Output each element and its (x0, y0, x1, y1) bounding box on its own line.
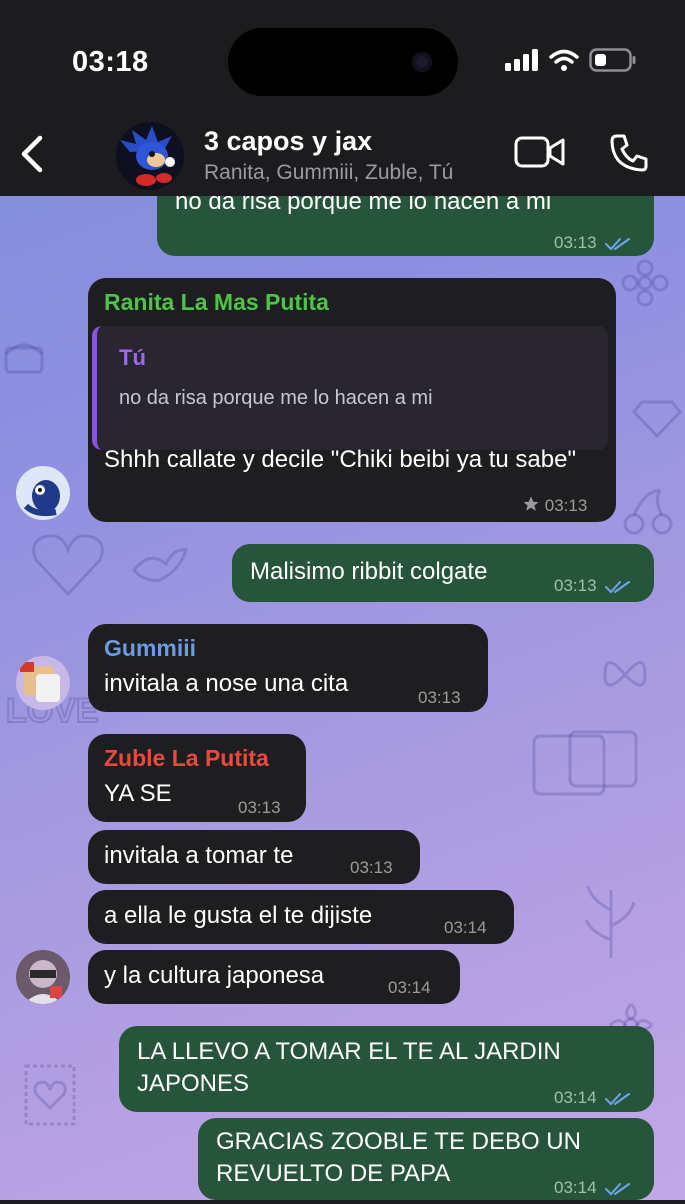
time-label: 03:13 (554, 576, 597, 595)
message-bubble-incoming[interactable]: Ranita La Mas Putita Tú no da risa porqu… (88, 278, 616, 522)
message-bubble-outgoing[interactable]: Malisimo ribbit colgate 03:13 (232, 544, 654, 602)
message-bubble-outgoing[interactable]: LA LLEVO A TOMAR EL TE AL JARDIN JAPONES… (119, 1026, 654, 1112)
diamond-doodle-icon (632, 400, 682, 438)
heart-doodle-icon (32, 534, 104, 597)
time-label: 03:14 (444, 918, 487, 937)
time-label: 03:14 (554, 1178, 597, 1197)
sender-name: Gummiii (104, 635, 197, 661)
message-bubble-incoming[interactable]: y la cultura japonesa 03:14 (88, 950, 460, 1004)
message-text: Malisimo ribbit colgate (250, 558, 488, 585)
message-text: a ella le gusta el te dijiste (104, 902, 373, 929)
sender-name: Zuble La Putita (104, 745, 269, 771)
message-time: 03:13 (350, 852, 393, 884)
flower-doodle-icon (621, 259, 669, 307)
zuble-avatar-icon (16, 950, 70, 1004)
phone-call-button[interactable] (608, 132, 650, 179)
message-time: 03:14 (388, 972, 431, 1004)
message-text: YA SE (104, 780, 172, 807)
ranita-avatar[interactable] (16, 466, 70, 520)
time-label: 03:13 (544, 496, 588, 515)
message-text: invitala a nose una cita (104, 670, 349, 697)
gummiii-avatar-icon (16, 656, 70, 710)
time-label: 03:13 (350, 858, 393, 877)
status-icons (505, 48, 637, 72)
message-time: 03:13 (554, 570, 631, 602)
sender-name: Ranita La Mas Putita (104, 289, 329, 315)
message-time: 03:14 (444, 912, 487, 944)
chat-header: 03:18 3 capos y jax Ranita, Gummiii, Zub… (0, 0, 685, 196)
chat-title[interactable]: 3 capos y jax (204, 126, 372, 157)
message-time: 03:13 (418, 682, 461, 714)
message-time: 03:13 (522, 490, 587, 522)
double-check-icon (605, 580, 631, 593)
message-text: y la cultura japonesa (104, 962, 325, 989)
time-label: 03:13 (418, 688, 461, 707)
wifi-icon (549, 49, 579, 71)
camera-icon (412, 52, 432, 72)
signal-icon (505, 49, 538, 71)
back-button[interactable] (14, 132, 48, 181)
time-label: 03:13 (554, 233, 597, 252)
sonic-avatar-icon (116, 122, 184, 190)
time-label: 03:14 (388, 978, 431, 997)
message-time: 03:14 (554, 1172, 631, 1204)
message-time: 03:13 (554, 227, 631, 259)
leaf-doodle-icon (584, 885, 636, 958)
message-bubble-incoming[interactable]: Zuble La Putita YA SE 03:13 (88, 734, 306, 822)
back-chevron-icon (21, 135, 43, 173)
time-label: 03:13 (238, 798, 281, 817)
reply-text: no da risa porque me lo hacen a mi (119, 387, 433, 409)
phone-call-icon (610, 134, 648, 172)
message-text: invitala a tomar te (104, 842, 294, 869)
video-call-button[interactable] (514, 134, 566, 175)
chat-members: Ranita, Gummiii, Zuble, Tú (204, 161, 454, 184)
double-check-icon (605, 237, 631, 250)
double-check-icon (605, 1182, 631, 1195)
photo-doodle-icon (532, 730, 638, 796)
message-bubble-incoming[interactable]: invitala a tomar te 03:13 (88, 830, 420, 884)
message-bubble-incoming[interactable]: a ella le gusta el te dijiste 03:14 (88, 890, 514, 944)
zuble-avatar[interactable] (16, 950, 70, 1004)
chest-doodle-icon (4, 343, 44, 374)
status-time: 03:18 (72, 46, 149, 78)
gummiii-avatar[interactable] (16, 656, 70, 710)
time-label: 03:14 (554, 1088, 597, 1107)
ranita-avatar-icon (16, 466, 70, 520)
cherry-doodle-icon (623, 488, 673, 535)
message-text: Shhh callate y decile "Chiki beibi ya tu… (104, 446, 576, 473)
butterfly-doodle-icon (603, 661, 647, 687)
reply-sender: Tú (119, 345, 146, 370)
battery-icon (589, 48, 636, 72)
group-avatar[interactable] (116, 122, 184, 190)
video-call-icon (514, 136, 565, 168)
double-check-icon (605, 1092, 631, 1105)
message-time: 03:13 (238, 792, 281, 824)
message-time: 03:14 (554, 1082, 631, 1114)
message-bubble-incoming[interactable]: Gummiii invitala a nose una cita 03:13 (88, 624, 488, 712)
stamp-doodle-icon (24, 1064, 76, 1126)
message-bubble-outgoing[interactable]: GRACIAS ZOOBLE TE DEBO UN REVUELTO DE PA… (198, 1118, 654, 1200)
reply-preview[interactable]: Tú no da risa porque me lo hacen a mi (92, 326, 608, 450)
bird-doodle-icon (132, 548, 188, 582)
star-icon (523, 496, 539, 511)
